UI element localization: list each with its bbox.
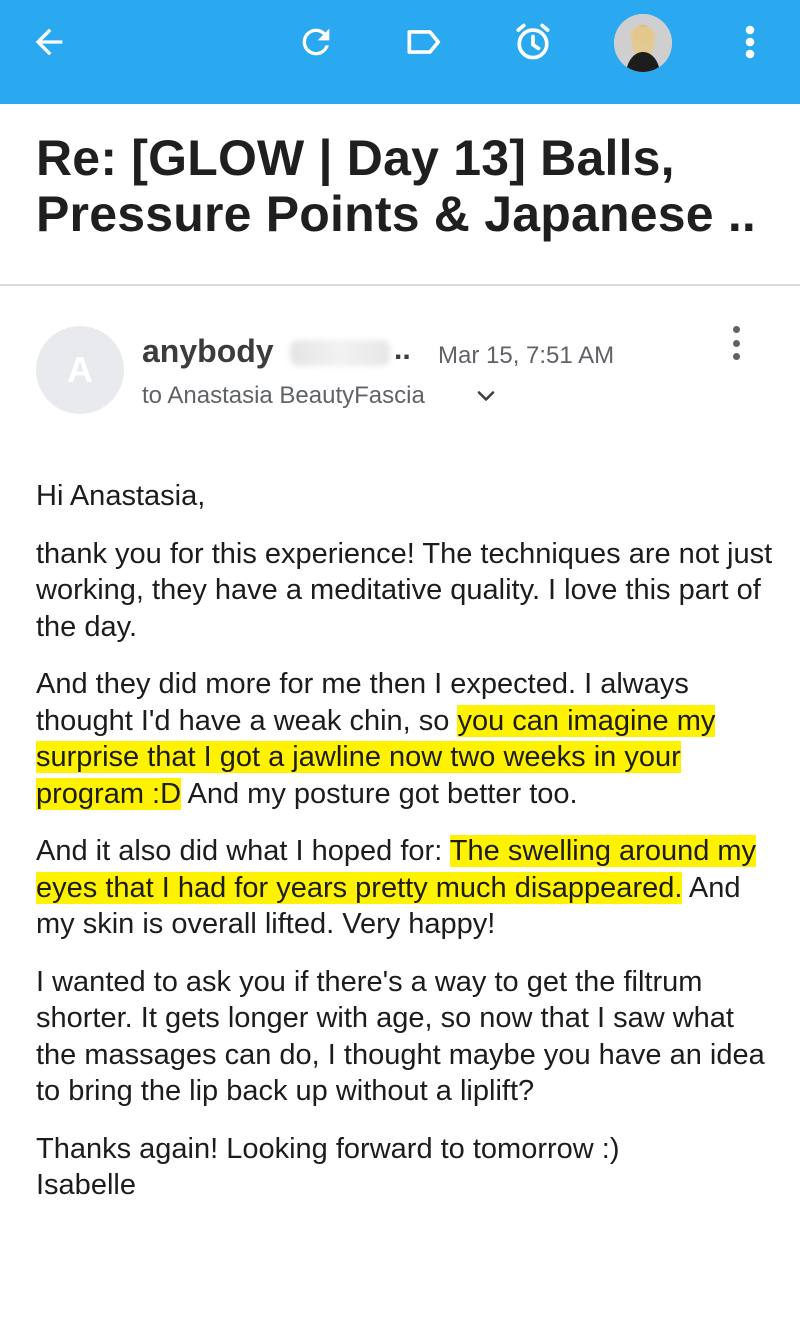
back-arrow-icon[interactable] <box>27 20 71 64</box>
refresh-icon[interactable] <box>294 20 338 64</box>
closing-line: Thanks again! Looking forward to tomorro… <box>36 1132 620 1165</box>
app-bar <box>0 0 800 104</box>
snooze-icon[interactable] <box>511 20 555 64</box>
paragraph-3: And it also did what I hoped for: The sw… <box>36 833 776 943</box>
subject-line-2: Pressure Points & Japanese .. <box>36 186 757 242</box>
more-vert-icon[interactable] <box>728 20 772 64</box>
header-divider <box>0 284 800 286</box>
closing: Thanks again! Looking forward to tomorro… <box>36 1131 776 1204</box>
subject-line-1: Re: [GLOW | Day 13] Balls, <box>36 130 675 186</box>
signature: Isabelle <box>36 1169 136 1201</box>
p2-text-b: And my posture got better too. <box>181 777 578 810</box>
redacted-sender-address <box>290 340 390 366</box>
sender-ellipsis: .. <box>394 333 411 366</box>
account-avatar[interactable] <box>614 14 672 72</box>
email-body: Hi Anastasia, thank you for this experie… <box>36 478 776 1204</box>
sender-initial: A <box>67 349 93 390</box>
message-more-icon[interactable] <box>722 322 750 364</box>
sender-name[interactable]: anybody <box>142 333 274 370</box>
email-date: Mar 15, 7:51 AM <box>438 342 615 369</box>
email-subject: Re: [GLOW | Day 13] Balls, Pressure Point… <box>36 130 776 242</box>
sender-avatar[interactable]: A <box>36 326 124 414</box>
recipient-line[interactable]: to Anastasia BeautyFascia <box>142 382 425 410</box>
greeting: Hi Anastasia, <box>36 480 206 512</box>
paragraph-2: And they did more for me then I expected… <box>36 666 776 812</box>
paragraph-4: I wanted to ask you if there's a way to … <box>36 965 765 1108</box>
label-icon[interactable] <box>402 20 446 64</box>
chevron-down-icon[interactable] <box>474 384 498 413</box>
paragraph-1: thank you for this experience! The techn… <box>36 537 773 643</box>
p3-text-a: And it also did what I hoped for: <box>36 835 450 867</box>
